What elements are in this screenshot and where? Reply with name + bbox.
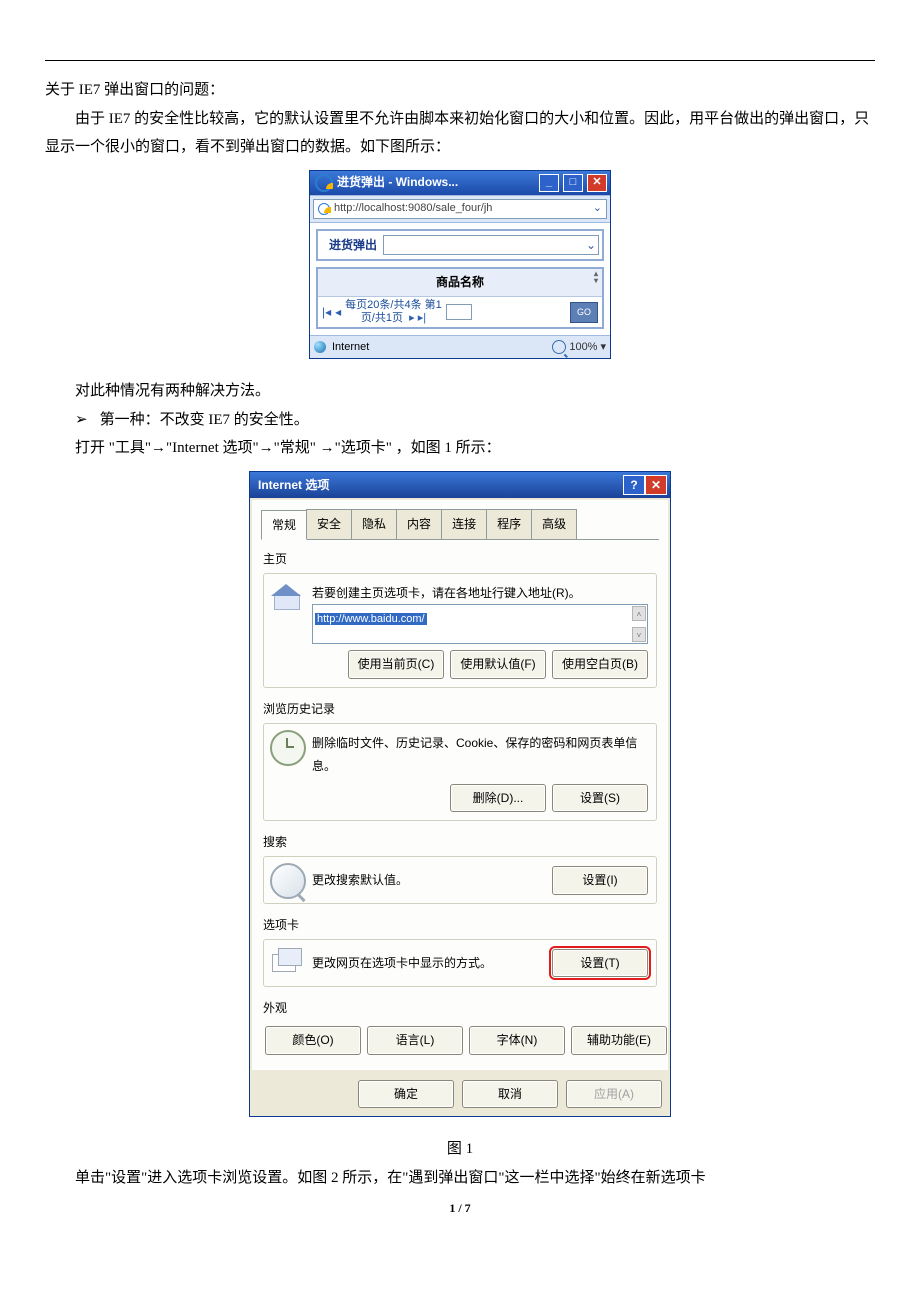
tab-strip: 常规 安全 隐私 内容 连接 程序 高级 <box>261 509 659 540</box>
go-button[interactable]: GO <box>570 302 598 323</box>
ie-window-title: 进货弹出 - Windows... <box>337 171 458 194</box>
results-table: 商品名称 ▴▾ |◂ ◂ 每页20条/共4条 第1 页/共1页 ▸ ▸| GO <box>316 267 604 329</box>
sort-icons[interactable]: ▴▾ <box>594 270 598 284</box>
internet-options-titlebar[interactable]: Internet 选项 ? ✕ <box>250 472 670 498</box>
address-dropdown-icon[interactable]: ⌄ <box>593 198 602 219</box>
history-desc: 删除临时文件、历史记录、Cookie、保存的密码和网页表单信息。 <box>312 732 648 778</box>
bullet-text: 第一种：不改变 IE7 的安全性。 <box>100 406 309 435</box>
zoom-value: 100% <box>569 337 597 358</box>
delete-button[interactable]: 删除(D)... <box>450 784 546 813</box>
search-icon <box>270 863 306 899</box>
filter-row: 进货弹出 ⌄ <box>316 229 604 262</box>
ok-button[interactable]: 确定 <box>358 1080 454 1109</box>
history-settings-button[interactable]: 设置(S) <box>552 784 648 813</box>
ie-logo-icon <box>315 174 333 192</box>
use-blank-button[interactable]: 使用空白页(B) <box>552 650 648 679</box>
address-bar-row: http://localhost:9080/sale_four/jh ⌄ <box>310 195 610 223</box>
pager-input[interactable] <box>446 304 472 320</box>
tab-connections[interactable]: 连接 <box>441 509 487 539</box>
tabs-group-label: 选项卡 <box>263 914 657 937</box>
filter-label: 进货弹出 <box>321 234 377 257</box>
homepage-desc: 若要创建主页选项卡，请在各地址行键入地址(R)。 <box>312 582 648 605</box>
colors-button[interactable]: 颜色(O) <box>265 1026 361 1055</box>
appearance-group-label: 外观 <box>263 997 657 1020</box>
ie-popup-window: 进货弹出 - Windows... _ □ ✕ http://localhost… <box>309 170 611 360</box>
tab-privacy[interactable]: 隐私 <box>351 509 397 539</box>
history-group-label: 浏览历史记录 <box>263 698 657 721</box>
page-icon <box>318 203 330 215</box>
dialog-title: Internet 选项 <box>258 474 329 497</box>
tab-content[interactable]: 内容 <box>396 509 442 539</box>
use-default-button[interactable]: 使用默认值(F) <box>450 650 546 679</box>
paragraph-solutions: 对此种情况有两种解决方法。 <box>45 377 875 406</box>
tabs-settings-button[interactable]: 设置(T) <box>552 949 648 978</box>
tab-security[interactable]: 安全 <box>306 509 352 539</box>
tabs-desc: 更改网页在选项卡中显示的方式。 <box>312 952 492 975</box>
tab-programs[interactable]: 程序 <box>486 509 532 539</box>
close-button[interactable]: ✕ <box>587 174 607 192</box>
dialog-buttons: 确定 取消 应用(A) <box>250 1072 670 1117</box>
tab-advanced[interactable]: 高级 <box>531 509 577 539</box>
history-icon <box>270 730 306 766</box>
textarea-scrollbar[interactable]: ˄˅ <box>632 606 646 642</box>
help-button[interactable]: ? <box>623 475 645 495</box>
zoom-dropdown-icon[interactable]: ▾ <box>600 337 606 358</box>
paragraph-explain: 由于 IE7 的安全性比较高，它的默认设置里不允许由脚本来初始化窗口的大小和位置… <box>45 105 875 162</box>
apply-button[interactable]: 应用(A) <box>566 1080 662 1109</box>
fonts-button[interactable]: 字体(N) <box>469 1026 565 1055</box>
pager-last-icon[interactable]: ▸| <box>418 312 426 324</box>
cancel-button[interactable]: 取消 <box>462 1080 558 1109</box>
paragraph-continue: 单击"设置"进入选项卡浏览设置。如图 2 所示，在"遇到弹出窗口"这一栏中选择"… <box>45 1164 875 1193</box>
pager-prev-icon[interactable]: ◂ <box>335 301 341 324</box>
address-bar[interactable]: http://localhost:9080/sale_four/jh ⌄ <box>313 199 607 219</box>
ie-window-titlebar[interactable]: 进货弹出 - Windows... _ □ ✕ <box>310 171 610 195</box>
maximize-button[interactable]: □ <box>563 174 583 192</box>
languages-button[interactable]: 语言(L) <box>367 1026 463 1055</box>
bullet-arrow-icon: ➢ <box>75 406 88 435</box>
internet-zone-icon <box>314 341 326 353</box>
zoom-control[interactable]: 100% ▾ <box>552 337 606 358</box>
zoom-icon <box>552 340 566 354</box>
figure-caption-1: 图 1 <box>45 1135 875 1164</box>
pager-first-icon[interactable]: |◂ <box>322 301 331 324</box>
tab-general[interactable]: 常规 <box>261 510 307 540</box>
minimize-button[interactable]: _ <box>539 174 559 192</box>
bullet-method1: ➢ 第一种：不改变 IE7 的安全性。 <box>45 406 875 435</box>
accessibility-button[interactable]: 辅助功能(E) <box>571 1026 667 1055</box>
tabs-icon <box>270 946 302 978</box>
homepage-input[interactable]: http://www.baidu.com/ ˄˅ <box>312 604 648 644</box>
search-settings-button[interactable]: 设置(I) <box>552 866 648 895</box>
homepage-url: http://www.baidu.com/ <box>315 613 427 625</box>
page-number: 1 / 7 <box>45 1197 875 1220</box>
close-button[interactable]: ✕ <box>645 475 667 495</box>
address-url: http://localhost:9080/sale_four/jh <box>334 198 492 219</box>
pager-text: 每页20条/共4条 第1 页/共1页 ▸ ▸| <box>345 299 442 325</box>
filter-combo[interactable]: ⌄ <box>383 235 599 255</box>
search-desc: 更改搜索默认值。 <box>312 869 408 892</box>
use-current-button[interactable]: 使用当前页(C) <box>348 650 444 679</box>
table-header[interactable]: 商品名称 ▴▾ <box>318 269 602 297</box>
table-header-label: 商品名称 <box>436 275 484 289</box>
status-bar: Internet 100% ▾ <box>310 335 610 358</box>
internet-options-dialog: Internet 选项 ? ✕ 常规 安全 隐私 内容 连接 程序 高级 主页 … <box>249 471 671 1117</box>
paragraph-steps: 打开 "工具"→"Internet 选项"→"常规" →"选项卡" ，如图 1 … <box>45 434 875 463</box>
pager-next-icon[interactable]: ▸ <box>409 312 415 324</box>
search-group-label: 搜索 <box>263 831 657 854</box>
status-zone-label: Internet <box>332 337 369 358</box>
pager-row: |◂ ◂ 每页20条/共4条 第1 页/共1页 ▸ ▸| GO <box>318 297 602 327</box>
home-icon <box>270 580 302 612</box>
paragraph-intro: 关于 IE7 弹出窗口的问题： <box>45 76 875 105</box>
homepage-group-label: 主页 <box>263 548 657 571</box>
